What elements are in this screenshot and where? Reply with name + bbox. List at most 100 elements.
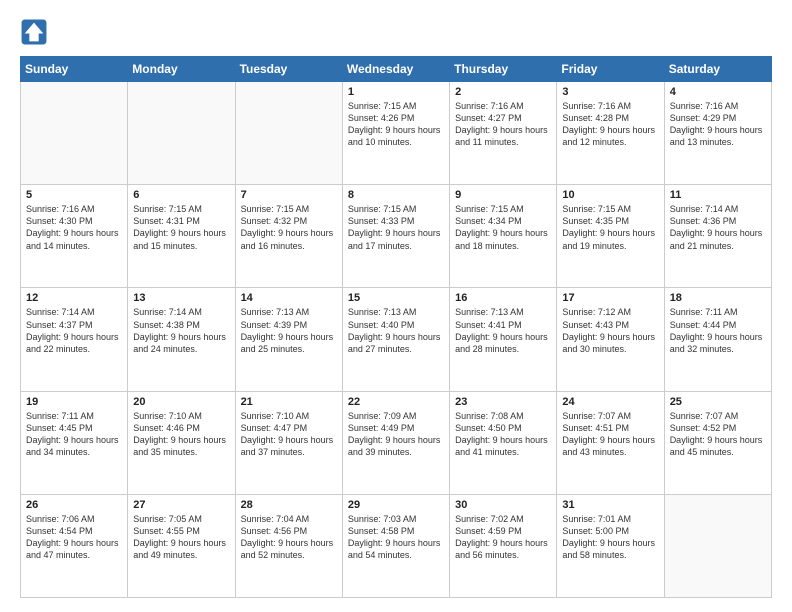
day-number: 4 bbox=[670, 86, 766, 98]
day-number: 25 bbox=[670, 396, 766, 408]
calendar-cell bbox=[128, 82, 235, 185]
calendar-cell: 16 Sunrise: 7:13 AMSunset: 4:41 PMDayligh… bbox=[450, 288, 557, 391]
day-number: 24 bbox=[562, 396, 658, 408]
generalblue-logo-icon bbox=[20, 18, 48, 46]
day-number: 16 bbox=[455, 292, 551, 304]
calendar-cell: 31 Sunrise: 7:01 AMSunset: 5:00 PMDayligh… bbox=[557, 494, 664, 597]
calendar-cell: 14Sunrise: 7:13 AMSunset: 4:39 PMDayligh… bbox=[235, 288, 342, 391]
calendar-cell: 2 Sunrise: 7:16 AMSunset: 4:27 PMDaylight… bbox=[450, 82, 557, 185]
day-number: 15 bbox=[348, 292, 444, 304]
calendar-cell: 6 Sunrise: 7:15 AMSunset: 4:31 PMDaylight… bbox=[128, 185, 235, 288]
week-row-2: 5 Sunrise: 7:16 AMSunset: 4:30 PMDaylight… bbox=[21, 185, 772, 288]
cell-info: Sunrise: 7:08 AMSunset: 4:50 PMDaylight:… bbox=[455, 410, 551, 459]
calendar-cell: 26Sunrise: 7:06 AMSunset: 4:54 PMDayligh… bbox=[21, 494, 128, 597]
day-number: 6 bbox=[133, 189, 229, 201]
calendar-cell: 3Sunrise: 7:16 AMSunset: 4:28 PMDaylight… bbox=[557, 82, 664, 185]
calendar-cell: 24 Sunrise: 7:07 AMSunset: 4:51 PMDayligh… bbox=[557, 391, 664, 494]
day-number: 19 bbox=[26, 396, 122, 408]
day-number: 30 bbox=[455, 499, 551, 511]
calendar-cell: 12 Sunrise: 7:14 AMSunset: 4:37 PMDayligh… bbox=[21, 288, 128, 391]
calendar-cell: 21Sunrise: 7:10 AMSunset: 4:47 PMDayligh… bbox=[235, 391, 342, 494]
day-number: 28 bbox=[241, 499, 337, 511]
weekday-header-tuesday: Tuesday bbox=[235, 57, 342, 82]
weekday-header-friday: Friday bbox=[557, 57, 664, 82]
calendar-cell: 27 Sunrise: 7:05 AMSunset: 4:55 PMDayligh… bbox=[128, 494, 235, 597]
calendar-cell bbox=[664, 494, 771, 597]
cell-info: Sunrise: 7:05 AMSunset: 4:55 PMDaylight:… bbox=[133, 513, 229, 562]
calendar-cell: 15 Sunrise: 7:13 AMSunset: 4:40 PMDayligh… bbox=[342, 288, 449, 391]
page: SundayMondayTuesdayWednesdayThursdayFrid… bbox=[0, 0, 792, 612]
day-number: 29 bbox=[348, 499, 444, 511]
calendar-cell bbox=[21, 82, 128, 185]
cell-info: Sunrise: 7:15 AMSunset: 4:34 PMDaylight:… bbox=[455, 203, 551, 252]
day-number: 10 bbox=[562, 189, 658, 201]
calendar-cell: 30 Sunrise: 7:02 AMSunset: 4:59 PMDayligh… bbox=[450, 494, 557, 597]
day-number: 7 bbox=[241, 189, 337, 201]
calendar-cell: 9 Sunrise: 7:15 AMSunset: 4:34 PMDaylight… bbox=[450, 185, 557, 288]
calendar-cell: 4 Sunrise: 7:16 AMSunset: 4:29 PMDaylight… bbox=[664, 82, 771, 185]
cell-info: Sunrise: 7:09 AMSunset: 4:49 PMDaylight:… bbox=[348, 410, 444, 459]
week-row-3: 12 Sunrise: 7:14 AMSunset: 4:37 PMDayligh… bbox=[21, 288, 772, 391]
cell-info: Sunrise: 7:14 AMSunset: 4:37 PMDaylight:… bbox=[26, 306, 122, 355]
day-number: 3 bbox=[562, 86, 658, 98]
day-number: 11 bbox=[670, 189, 766, 201]
calendar-cell: 7Sunrise: 7:15 AMSunset: 4:32 PMDaylight… bbox=[235, 185, 342, 288]
calendar-cell: 5 Sunrise: 7:16 AMSunset: 4:30 PMDaylight… bbox=[21, 185, 128, 288]
day-number: 20 bbox=[133, 396, 229, 408]
week-row-4: 19 Sunrise: 7:11 AMSunset: 4:45 PMDayligh… bbox=[21, 391, 772, 494]
cell-info: Sunrise: 7:16 AMSunset: 4:29 PMDaylight:… bbox=[670, 100, 766, 149]
calendar-cell: 29 Sunrise: 7:03 AMSunset: 4:58 PMDayligh… bbox=[342, 494, 449, 597]
day-number: 5 bbox=[26, 189, 122, 201]
day-number: 8 bbox=[348, 189, 444, 201]
day-number: 31 bbox=[562, 499, 658, 511]
calendar-cell: 8 Sunrise: 7:15 AMSunset: 4:33 PMDaylight… bbox=[342, 185, 449, 288]
weekday-header-saturday: Saturday bbox=[664, 57, 771, 82]
day-number: 18 bbox=[670, 292, 766, 304]
week-row-5: 26Sunrise: 7:06 AMSunset: 4:54 PMDayligh… bbox=[21, 494, 772, 597]
cell-info: Sunrise: 7:11 AMSunset: 4:45 PMDaylight:… bbox=[26, 410, 122, 459]
day-number: 22 bbox=[348, 396, 444, 408]
calendar-cell: 22 Sunrise: 7:09 AMSunset: 4:49 PMDayligh… bbox=[342, 391, 449, 494]
logo bbox=[20, 18, 52, 46]
cell-info: Sunrise: 7:13 AMSunset: 4:41 PMDaylight:… bbox=[455, 306, 551, 355]
header bbox=[20, 18, 772, 46]
cell-info: Sunrise: 7:02 AMSunset: 4:59 PMDaylight:… bbox=[455, 513, 551, 562]
cell-info: Sunrise: 7:16 AMSunset: 4:27 PMDaylight:… bbox=[455, 100, 551, 149]
calendar-cell bbox=[235, 82, 342, 185]
cell-info: Sunrise: 7:15 AMSunset: 4:31 PMDaylight:… bbox=[133, 203, 229, 252]
day-number: 13 bbox=[133, 292, 229, 304]
day-number: 12 bbox=[26, 292, 122, 304]
day-number: 9 bbox=[455, 189, 551, 201]
cell-info: Sunrise: 7:07 AMSunset: 4:51 PMDaylight:… bbox=[562, 410, 658, 459]
cell-info: Sunrise: 7:06 AMSunset: 4:54 PMDaylight:… bbox=[26, 513, 122, 562]
cell-info: Sunrise: 7:04 AMSunset: 4:56 PMDaylight:… bbox=[241, 513, 337, 562]
day-number: 2 bbox=[455, 86, 551, 98]
day-number: 23 bbox=[455, 396, 551, 408]
day-number: 17 bbox=[562, 292, 658, 304]
cell-info: Sunrise: 7:10 AMSunset: 4:47 PMDaylight:… bbox=[241, 410, 337, 459]
cell-info: Sunrise: 7:15 AMSunset: 4:33 PMDaylight:… bbox=[348, 203, 444, 252]
cell-info: Sunrise: 7:11 AMSunset: 4:44 PMDaylight:… bbox=[670, 306, 766, 355]
calendar-cell: 23 Sunrise: 7:08 AMSunset: 4:50 PMDayligh… bbox=[450, 391, 557, 494]
calendar-table: SundayMondayTuesdayWednesdayThursdayFrid… bbox=[20, 56, 772, 598]
day-number: 27 bbox=[133, 499, 229, 511]
weekday-header-wednesday: Wednesday bbox=[342, 57, 449, 82]
cell-info: Sunrise: 7:15 AMSunset: 4:26 PMDaylight:… bbox=[348, 100, 444, 149]
cell-info: Sunrise: 7:13 AMSunset: 4:39 PMDaylight:… bbox=[241, 306, 337, 355]
calendar-cell: 20Sunrise: 7:10 AMSunset: 4:46 PMDayligh… bbox=[128, 391, 235, 494]
calendar-cell: 28 Sunrise: 7:04 AMSunset: 4:56 PMDayligh… bbox=[235, 494, 342, 597]
calendar-cell: 1Sunrise: 7:15 AMSunset: 4:26 PMDaylight… bbox=[342, 82, 449, 185]
weekday-header-monday: Monday bbox=[128, 57, 235, 82]
cell-info: Sunrise: 7:14 AMSunset: 4:38 PMDaylight:… bbox=[133, 306, 229, 355]
cell-info: Sunrise: 7:13 AMSunset: 4:40 PMDaylight:… bbox=[348, 306, 444, 355]
week-row-1: 1Sunrise: 7:15 AMSunset: 4:26 PMDaylight… bbox=[21, 82, 772, 185]
cell-info: Sunrise: 7:01 AMSunset: 5:00 PMDaylight:… bbox=[562, 513, 658, 562]
calendar-cell: 10Sunrise: 7:15 AMSunset: 4:35 PMDayligh… bbox=[557, 185, 664, 288]
calendar-cell: 17Sunrise: 7:12 AMSunset: 4:43 PMDayligh… bbox=[557, 288, 664, 391]
calendar-cell: 13 Sunrise: 7:14 AMSunset: 4:38 PMDayligh… bbox=[128, 288, 235, 391]
calendar-cell: 25Sunrise: 7:07 AMSunset: 4:52 PMDayligh… bbox=[664, 391, 771, 494]
cell-info: Sunrise: 7:16 AMSunset: 4:30 PMDaylight:… bbox=[26, 203, 122, 252]
calendar-cell: 18 Sunrise: 7:11 AMSunset: 4:44 PMDayligh… bbox=[664, 288, 771, 391]
calendar-cell: 11Sunrise: 7:14 AMSunset: 4:36 PMDayligh… bbox=[664, 185, 771, 288]
cell-info: Sunrise: 7:03 AMSunset: 4:58 PMDaylight:… bbox=[348, 513, 444, 562]
